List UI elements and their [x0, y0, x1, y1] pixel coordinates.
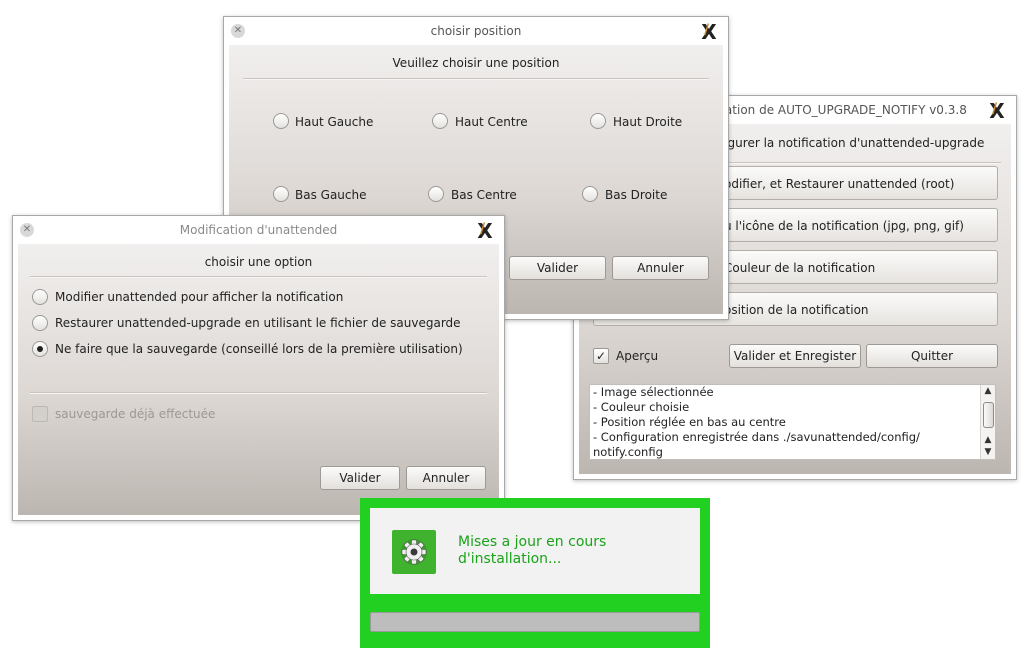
position-heading: Veuillez choisir une position [392, 56, 560, 70]
close-icon[interactable]: ✕ [231, 24, 245, 38]
log-line: - Couleur choisie [593, 400, 690, 414]
preview-label: Aperçu [616, 349, 659, 363]
x-app-icon: X / [477, 219, 493, 243]
backup-done-checkbox[interactable] [32, 406, 48, 422]
position-divider [243, 78, 709, 80]
option-divider [30, 276, 487, 278]
log-line: - Image sélectionnée [593, 385, 714, 399]
radio-bas-centre[interactable] [428, 186, 444, 202]
radio-haut-centre[interactable] [432, 113, 448, 129]
log-line: notify.config [593, 445, 663, 459]
notification-line-2: d'installation... [458, 551, 562, 567]
scrollbar-thumb[interactable] [983, 402, 994, 428]
close-icon[interactable]: ✕ [20, 223, 34, 237]
notification-message: Mises a jour en cours d'installation... [458, 534, 606, 568]
radio-backup-only[interactable] [32, 341, 48, 357]
option-window-title: Modification d'unattended [179, 223, 338, 237]
position-ok-button[interactable]: Valider [509, 256, 606, 280]
preview-checkbox[interactable]: ✓ [593, 348, 609, 364]
config-heading: figurer la notification d'unattended-upg… [720, 136, 985, 150]
radio-haut-gauche[interactable] [273, 113, 289, 129]
log-line: - Position réglée en bas au centre [593, 415, 786, 429]
label-bas-centre: Bas Centre [451, 188, 517, 202]
notification-line-1: Mises a jour en cours [458, 534, 607, 550]
option-window-titlebar[interactable]: Modification d'unattended [13, 216, 504, 244]
label-restore-unattended: Restaurer unattended-upgrade en utilisan… [55, 316, 461, 330]
label-bas-gauche: Bas Gauche [295, 188, 367, 202]
option-divider-2 [30, 392, 487, 394]
log-textarea[interactable]: - Image sélectionnée - Couleur choisie -… [589, 384, 996, 460]
quit-button[interactable]: Quitter [866, 344, 998, 368]
log-line: - Configuration enregistrée dans ./savun… [593, 430, 920, 444]
chevron-up-icon[interactable]: ▲ [981, 435, 995, 445]
label-bas-droite: Bas Droite [605, 188, 668, 202]
label-modify-unattended: Modifier unattended pour afficher la not… [55, 290, 344, 304]
radio-modify-unattended[interactable] [32, 289, 48, 305]
x-app-icon: X / [989, 99, 1005, 123]
option-ok-button[interactable]: Valider [320, 466, 400, 490]
position-cancel-button[interactable]: Annuler [612, 256, 709, 280]
radio-haut-droite[interactable] [590, 113, 606, 129]
label-haut-gauche: Haut Gauche [295, 115, 374, 129]
chevron-up-icon[interactable]: ▲ [981, 386, 995, 396]
radio-restore-unattended[interactable] [32, 315, 48, 331]
position-window-title: choisir position [430, 24, 522, 38]
option-cancel-button[interactable]: Annuler [406, 466, 486, 490]
notification-progress-bar [370, 612, 700, 632]
backup-done-label: sauvegarde déjà effectuée [55, 407, 216, 421]
option-heading: choisir une option [204, 255, 313, 269]
option-window-body: choisir une option Modifier unattended p… [18, 244, 499, 515]
radio-bas-droite[interactable] [582, 186, 598, 202]
update-notification: Mises a jour en cours d'installation... [360, 498, 710, 648]
option-window: Modification d'unattended ✕ X / choisir u… [12, 215, 505, 521]
label-haut-droite: Haut Droite [613, 115, 683, 129]
notification-panel: Mises a jour en cours d'installation... [370, 508, 700, 594]
chevron-down-icon[interactable]: ▼ [981, 447, 995, 457]
config-window-title: ration de AUTO_UPGRADE_NOTIFY v0.3.8 [720, 103, 967, 117]
log-scrollbar[interactable]: ▲ ▲ ▼ [980, 385, 995, 459]
x-app-icon: X / [701, 20, 717, 44]
radio-bas-gauche[interactable] [273, 186, 289, 202]
save-and-register-button[interactable]: Valider et Enregister [729, 344, 861, 368]
gear-icon [392, 530, 436, 574]
label-backup-only: Ne faire que la sauvegarde (conseillé lo… [55, 342, 463, 356]
position-window-titlebar[interactable]: choisir position [224, 17, 728, 45]
label-haut-centre: Haut Centre [455, 115, 528, 129]
